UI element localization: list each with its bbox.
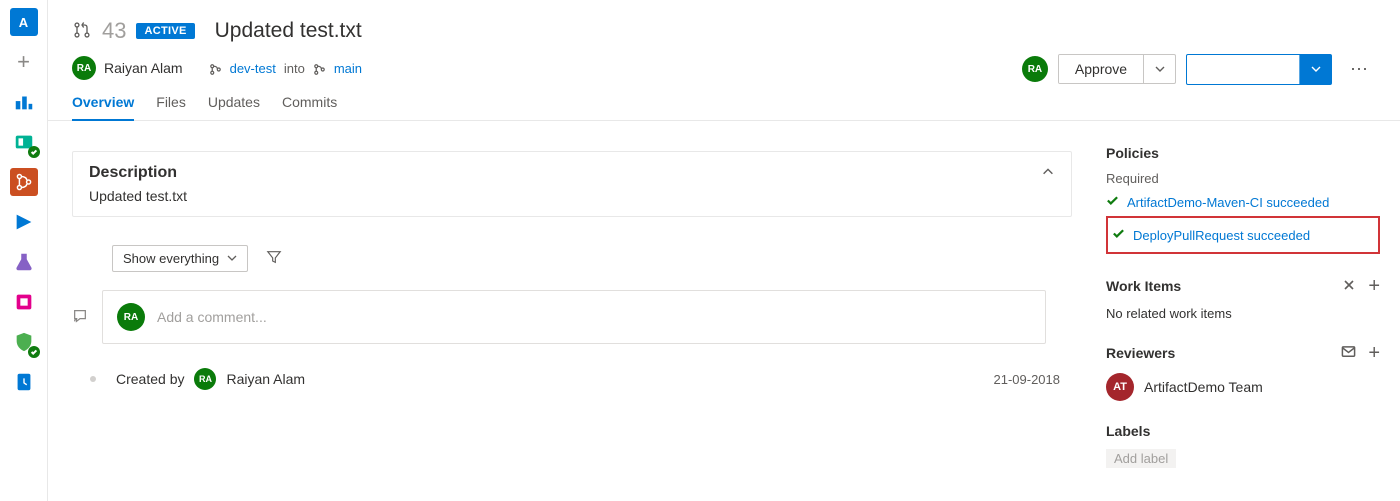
show-filter-label: Show everything [123,251,219,266]
project-avatar[interactable]: A [10,8,38,36]
pr-title: Updated test.txt [215,19,362,43]
labels-section: Labels Add label [1106,423,1380,468]
add-project-button[interactable]: + [10,48,38,76]
required-label: Required [1106,171,1380,186]
tab-overview[interactable]: Overview [72,88,134,120]
policy-link-ci[interactable]: ArtifactDemo-Maven-CI succeeded [1127,195,1329,210]
created-by-row: Created by RA Raiyan Alam 21-09-2018 [90,368,1090,390]
thread-icon [72,308,88,327]
boards-icon[interactable] [10,128,38,156]
complete-button-split: Complete [1186,54,1332,85]
pr-number: 43 [102,18,126,44]
header-actions: RA Approve Complete ⋯ [1022,52,1376,86]
tab-files[interactable]: Files [156,88,186,120]
created-date: 21-09-2018 [994,372,1061,387]
comment-avatar: RA [117,303,145,331]
activity-filter-row: Show everything [112,245,1090,272]
check-icon [1112,227,1125,243]
show-filter-dropdown[interactable]: Show everything [112,245,248,272]
merge-icon [1203,61,1217,78]
policies-section: Policies Required ArtifactDemo-Maven-CI … [1106,145,1380,254]
clear-workitems-button[interactable] [1342,278,1356,295]
settings-icon[interactable] [10,368,38,396]
overview-content: Description Updated test.txt Show everyt… [52,121,1090,501]
reviewer-avatar: AT [1106,373,1134,401]
target-branch-link[interactable]: main [334,61,362,76]
side-panel: Policies Required ArtifactDemo-Maven-CI … [1090,121,1400,501]
complete-dropdown[interactable] [1299,55,1331,84]
current-user-avatar[interactable]: RA [1022,56,1048,82]
pr-status-pill: ACTIVE [136,23,194,39]
description-card: Description Updated test.txt [72,151,1072,217]
branch-icon [313,60,326,76]
reviewers-section: Reviewers + AT ArtifactDemo Team [1106,343,1380,401]
collapse-description-button[interactable] [1041,165,1055,182]
author-name: Raiyan Alam [104,60,183,76]
description-heading: Description [89,164,177,182]
comment-placeholder: Add a comment... [157,309,267,325]
author-avatar: RA [72,56,96,80]
add-label-input[interactable]: Add label [1106,449,1176,468]
policy-highlight-box: DeployPullRequest succeeded [1106,216,1380,254]
reviewer-name: ArtifactDemo Team [1144,379,1263,395]
compliance-icon[interactable] [10,328,38,356]
policy-item-ci: ArtifactDemo-Maven-CI succeeded [1106,192,1380,212]
main-area: 43 ACTIVE Updated test.txt RA Raiyan Ala… [48,0,1400,501]
created-by-prefix: Created by [116,371,184,387]
pull-request-icon [72,20,92,43]
check-icon [1106,194,1119,210]
approve-button[interactable]: Approve [1059,55,1143,83]
complete-button[interactable]: Complete [1187,55,1299,84]
source-branch-link[interactable]: dev-test [230,61,276,76]
reviewers-heading: Reviewers [1106,345,1175,361]
workitems-section: Work Items + No related work items [1106,276,1380,321]
artifacts-icon[interactable] [10,288,38,316]
mail-reviewers-button[interactable] [1341,344,1356,362]
workitems-empty-text: No related work items [1106,306,1380,321]
more-actions-button[interactable]: ⋯ [1342,52,1376,86]
add-reviewer-button[interactable]: + [1368,343,1380,363]
repos-icon[interactable] [10,168,38,196]
created-by-avatar: RA [194,368,216,390]
into-label: into [284,61,305,76]
approve-dropdown[interactable] [1143,55,1175,83]
complete-label: Complete [1223,61,1283,77]
pr-tabs: Overview Files Updates Commits [72,88,1376,120]
workitems-heading: Work Items [1106,278,1181,294]
labels-heading: Labels [1106,423,1380,439]
branch-icon [209,60,222,76]
policy-item-deploy: DeployPullRequest succeeded [1112,225,1374,245]
policies-heading: Policies [1106,145,1380,161]
tab-commits[interactable]: Commits [282,88,337,120]
test-plans-icon[interactable] [10,248,38,276]
pr-header: 43 ACTIVE Updated test.txt RA Raiyan Ala… [48,0,1400,121]
created-by-name: Raiyan Alam [226,371,305,387]
approve-button-split: Approve [1058,54,1176,84]
pipelines-icon[interactable] [10,208,38,236]
add-workitem-button[interactable]: + [1368,276,1380,296]
comment-row: RA Add a comment... [72,290,1090,344]
filter-icon[interactable] [266,249,282,268]
policy-link-deploy[interactable]: DeployPullRequest succeeded [1133,228,1310,243]
dashboard-icon[interactable] [10,88,38,116]
tab-updates[interactable]: Updates [208,88,260,120]
description-text: Updated test.txt [89,188,1055,204]
comment-input-box[interactable]: RA Add a comment... [102,290,1046,344]
reviewer-row: AT ArtifactDemo Team [1106,373,1380,401]
timeline-dot [90,376,96,382]
left-navigation-rail: A + [0,0,48,501]
